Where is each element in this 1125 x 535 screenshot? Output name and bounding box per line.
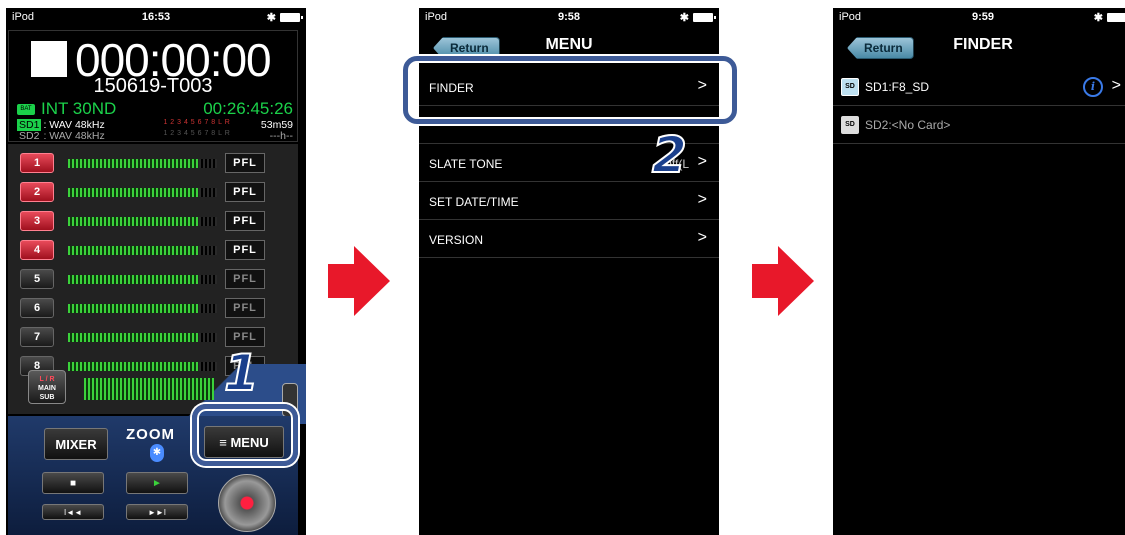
finder-list: SD SD1:F8_SD i > SD SD2:<No Card> [833,68,1125,144]
step-2-number: 2 [651,125,688,185]
track-2-pfl-button[interactable]: PFL [225,182,265,202]
chevron-right-icon: > [1111,77,1121,94]
take-name: 150619-T003 [93,75,213,97]
track-4-meter [68,245,198,255]
step-2-highlight [403,56,737,124]
status-bar: iPod 9:58 ✱ [419,8,719,28]
sd-card-selected-icon: SD [841,77,859,96]
page-title: FINDER [953,36,1013,53]
stop-state-icon [31,41,67,77]
channel-row-2: 2 PFL [20,181,290,203]
menu-item-version[interactable]: VERSION > [419,220,719,258]
track-4-pfl-button[interactable]: PFL [225,240,265,260]
channel-row-4: 4 PFL [20,239,290,261]
track-3-pfl-button[interactable]: PFL [225,211,265,231]
channel-row-5: 5 PFL [20,268,290,290]
track-7-meter [68,332,198,342]
chevron-right-icon: > [697,191,707,208]
finder-item-sd1[interactable]: SD SD1:F8_SD i > [833,68,1125,106]
chevron-right-icon: > [697,153,707,170]
step-1-highlight [192,404,298,466]
bluetooth-icon: ✱ [1093,12,1103,24]
status-time: 16:53 [141,11,171,23]
power-source: BAT INT 30ND [17,99,116,119]
mixer-button[interactable]: MIXER [44,428,108,460]
channel-row-6: 6 PFL [20,297,290,319]
status-time: 9:59 [971,11,995,23]
track-2-button[interactable]: 2 [20,182,54,202]
sd2-slots: 1 2 3 4 5 6 7 8 L R [163,130,231,137]
track-5-pfl-button[interactable]: PFL [225,269,265,289]
track-3-meter [68,216,198,226]
track-1-meter [68,158,198,168]
battery-icon [1107,13,1125,22]
status-bar: iPod 16:53 ✱ [6,8,306,28]
next-arrow-icon [328,246,390,316]
bluetooth-icon: ✱ [679,12,689,24]
sd2-row: SD2 : WAV 48kHz 1 2 3 4 5 6 7 8 L R ---h… [17,130,297,142]
status-bar: iPod 9:59 ✱ [833,8,1125,28]
sd2-format: : WAV 48kHz [43,130,105,142]
battery-level-icon: BAT [17,104,35,116]
bluetooth-status-icon: ✱ [150,444,164,462]
track-6-button[interactable]: 6 [20,298,54,318]
battery-icon [693,13,716,22]
play-button[interactable]: ► [126,472,188,494]
record-button[interactable] [218,474,276,532]
lr-meter [84,378,214,400]
fast-forward-button[interactable]: ►►I [126,504,188,520]
channel-row-3: 3 PFL [20,210,290,232]
track-5-meter [68,274,198,284]
info-icon[interactable]: i [1083,77,1103,97]
track-6-pfl-button[interactable]: PFL [225,298,265,318]
rewind-button[interactable]: I◄◄ [42,504,104,520]
remaining-time: 00:26:45:26 [203,99,293,118]
track-1-pfl-button[interactable]: PFL [225,153,265,173]
track-2-meter [68,187,198,197]
bluetooth-icon: ✱ [266,12,276,24]
chevron-right-icon: > [697,229,707,246]
status-time: 9:58 [557,11,581,23]
zoom-logo: ZOOM [126,426,175,443]
sd2-remaining: ---h-- [269,130,293,142]
track-8-meter [68,361,198,371]
sd-card-icon: SD [841,115,859,134]
step-1-number: 1 [223,343,260,403]
stop-button[interactable]: ■ [42,472,104,494]
finder-screen: iPod 9:59 ✱ Return FINDER SD SD1:F8_SD i… [833,8,1125,535]
page-title: MENU [545,36,593,53]
recorder-display: 000:00:00 150619-T003 BAT INT 30ND 00:26:… [8,30,298,142]
track-6-meter [68,303,198,313]
lr-main-sub-button[interactable]: L / R MAIN SUB [28,370,66,404]
finder-item-sd2[interactable]: SD SD2:<No Card> [833,106,1125,144]
track-5-button[interactable]: 5 [20,269,54,289]
sd2-tag: SD2 [19,130,40,142]
nav-bar: Return FINDER [833,28,1125,68]
track-1-button[interactable]: 1 [20,153,54,173]
track-7-button[interactable]: 7 [20,327,54,347]
channel-row-1: 1 PFL [20,152,290,174]
power-source-label: INT 30ND [41,99,117,118]
battery-icon [280,13,303,22]
track-4-button[interactable]: 4 [20,240,54,260]
menu-item-set-date-time[interactable]: SET DATE/TIME > [419,182,719,220]
next-arrow-icon [752,246,814,316]
track-3-button[interactable]: 3 [20,211,54,231]
